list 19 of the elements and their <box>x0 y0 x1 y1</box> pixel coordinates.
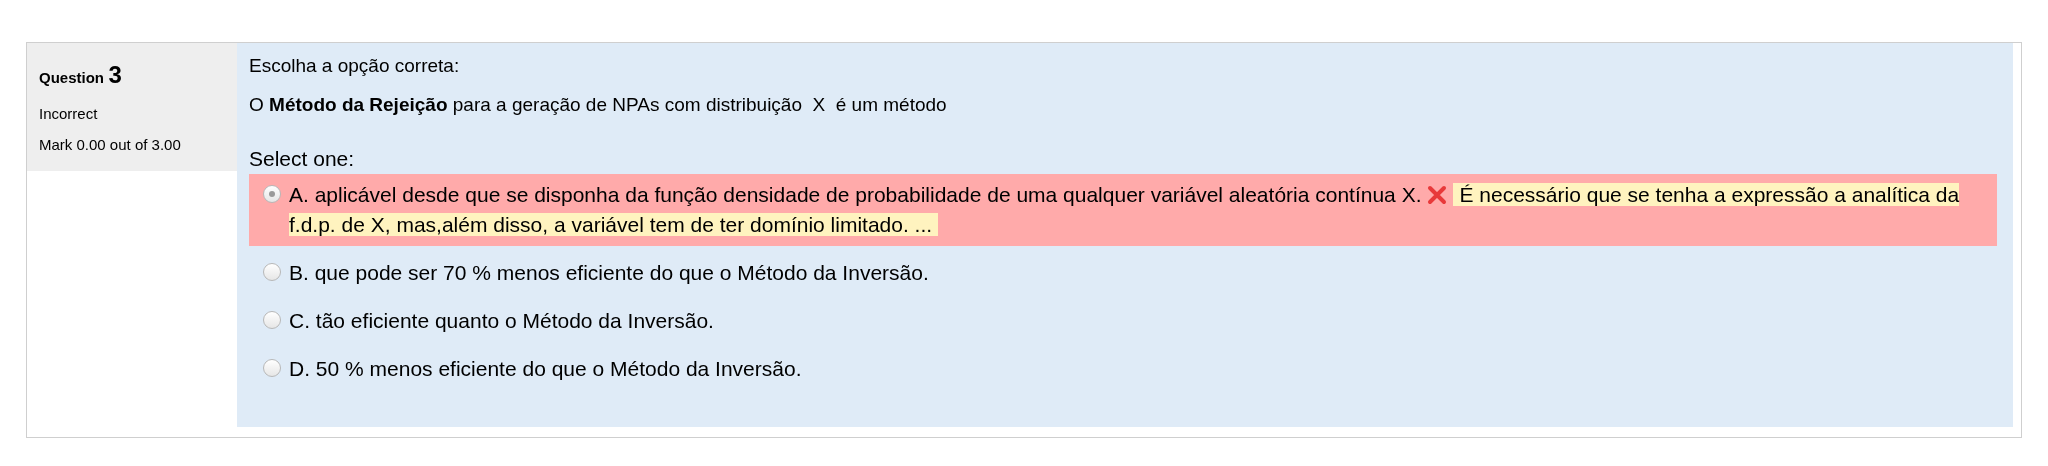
radio-button[interactable] <box>263 311 281 329</box>
answer-option[interactable] <box>249 174 1997 246</box>
question-text: O Método da Rejeição para a geração de NPAs com distribuição X é um método <box>249 93 948 117</box>
option-text: A. aplicável desde que se disponha da função densidade de probabilidade de uma qualquer variável aleatória contínua X. É necessário que se tenha a expressão a analítica da f.d.p. de X, mas,além disso, a variável tem de ter domínio limitado. ... <box>289 182 1961 238</box>
select-prompt: Select one: <box>249 146 356 172</box>
status-text: Incorrect <box>39 104 99 124</box>
radio-button[interactable] <box>263 359 281 377</box>
question-number: Question 3 <box>39 60 123 90</box>
radio-button[interactable] <box>263 263 281 281</box>
answer-option[interactable]: B. que pode ser 70 % menos eficiente do que o Método da Inversão. <box>249 252 1997 294</box>
radio-button[interactable] <box>263 185 281 203</box>
option-text: B. que pode ser 70 % menos eficiente do que o Método da Inversão. <box>289 260 929 286</box>
answer-option[interactable]: D. 50 % menos eficiente do que o Método da Inversão. <box>249 348 1997 390</box>
mark-text: Mark 0.00 out of 3.00 <box>39 135 182 154</box>
cross-icon <box>1427 185 1448 205</box>
option-text: C. tão eficiente quanto o Método da Inversão. <box>289 308 714 334</box>
answer-option[interactable]: C. tão eficiente quanto o Método da Inversão. <box>249 300 1997 342</box>
instruction-text: Escolha a opção correta: <box>249 54 461 78</box>
option-text: D. 50 % menos eficiente do que o Método da Inversão. <box>289 356 802 382</box>
